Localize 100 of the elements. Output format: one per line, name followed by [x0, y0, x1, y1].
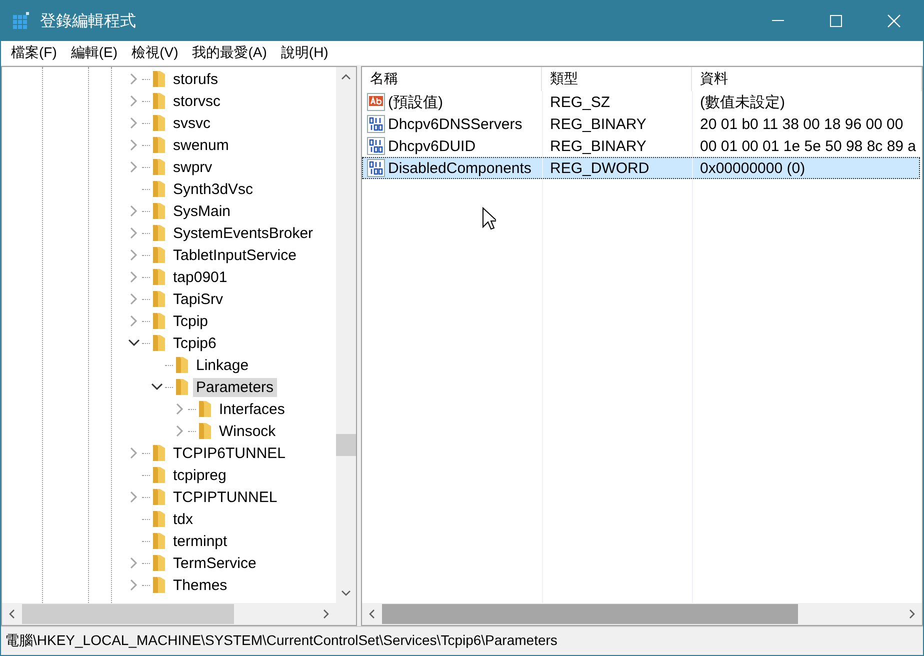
menu-item[interactable]: 檔案(F) — [5, 44, 65, 62]
chevron-right-icon[interactable] — [130, 315, 138, 327]
folder-icon — [151, 180, 167, 198]
scrollbar-thumb[interactable] — [382, 604, 798, 624]
folder-icon — [151, 136, 167, 154]
minimize-icon — [772, 20, 784, 22]
value-row[interactable]: Dhcpv6DNSServers REG_BINARY 20 01 b0 11 38 00 18 96 00 00 — [362, 113, 920, 135]
value-row[interactable]: Dhcpv6DUID REG_BINARY 00 01 00 01 1e 5e 50 98 8c 89 a — [362, 135, 920, 157]
chevron-right-icon[interactable] — [130, 95, 138, 107]
value-name: Dhcpv6DUID — [388, 138, 476, 154]
value-row[interactable]: (預設值) REG_SZ (數值未設定) — [362, 91, 920, 113]
column-header[interactable]: 名稱 — [362, 67, 542, 91]
tree-item[interactable]: SysMain — [170, 202, 234, 220]
tree-item[interactable]: Parameters — [193, 378, 277, 396]
value-type: REG_DWORD — [549, 158, 650, 178]
scroll-right-icon — [909, 609, 915, 619]
tree-item[interactable]: Interfaces — [216, 400, 288, 418]
chevron-right-icon[interactable] — [130, 117, 138, 129]
chevron-right-icon[interactable] — [130, 139, 138, 151]
window-title: 登錄編輯程式 — [40, 12, 137, 32]
value-data: 0x00000000 (0) — [699, 158, 806, 178]
tree-item[interactable]: storufs — [170, 70, 222, 88]
tree-item[interactable]: TabletInputService — [170, 246, 300, 264]
chevron-right-icon[interactable] — [130, 447, 138, 459]
tree-item[interactable]: Synth3dVsc — [170, 180, 256, 198]
menu-item[interactable]: 說明(H) — [274, 44, 336, 62]
tree-item[interactable]: TCPIP6TUNNEL — [170, 444, 289, 462]
tree-item[interactable]: Winsock — [216, 422, 279, 440]
folder-icon — [151, 532, 167, 550]
folder-icon — [174, 356, 190, 374]
tree-item[interactable]: swenum — [170, 136, 232, 154]
tree-item[interactable]: tcpipreg — [170, 466, 230, 484]
value-data: (數值未設定) — [699, 92, 786, 112]
chevron-right-icon[interactable] — [130, 557, 138, 569]
string-value-icon — [367, 93, 385, 111]
chevron-right-icon[interactable] — [176, 425, 184, 437]
tree-item[interactable]: TapiSrv — [170, 290, 226, 308]
tree-item[interactable]: Tcpip — [170, 312, 212, 330]
chevron-right-icon[interactable] — [130, 161, 138, 173]
chevron-right-icon[interactable] — [130, 491, 138, 503]
folder-icon — [151, 92, 167, 110]
chevron-right-icon[interactable] — [176, 403, 184, 415]
menu-item[interactable]: 檢視(V) — [126, 44, 186, 62]
menu-item[interactable]: 編輯(E) — [64, 44, 126, 62]
folder-icon — [151, 158, 167, 176]
chevron-right-icon[interactable] — [130, 249, 138, 261]
value-name: (預設值) — [388, 92, 443, 112]
folder-icon — [151, 114, 167, 132]
value-type: REG_BINARY — [549, 114, 648, 134]
folder-icon — [151, 312, 167, 330]
chevron-right-icon[interactable] — [130, 227, 138, 239]
chevron-right-icon[interactable] — [130, 579, 138, 591]
column-header[interactable]: 類型 — [542, 67, 692, 91]
close-icon — [887, 14, 901, 28]
tree-item[interactable]: TCPIPTUNNEL — [170, 488, 280, 506]
scroll-right-icon — [323, 609, 329, 619]
column-header[interactable]: 資料 — [692, 67, 922, 91]
folder-icon — [151, 224, 167, 242]
binary-value-icon — [367, 159, 385, 177]
scrollbar-thumb[interactable] — [336, 434, 356, 456]
tree-item[interactable]: terminpt — [170, 532, 230, 550]
tree-item[interactable]: Tcpip6 — [170, 334, 220, 352]
chevron-down-icon[interactable] — [128, 339, 140, 347]
binary-value-icon — [367, 115, 385, 133]
tree-item[interactable]: Themes — [170, 576, 230, 594]
value-data: 00 01 00 01 1e 5e 50 98 8c 89 a — [699, 136, 918, 156]
horizontal-scrollbar[interactable] — [362, 603, 922, 625]
tree-item[interactable]: tdx — [170, 510, 196, 528]
maximize-icon — [830, 15, 842, 27]
folder-icon — [197, 400, 213, 418]
chevron-down-icon[interactable] — [151, 383, 163, 391]
value-type: REG_SZ — [549, 92, 612, 112]
chevron-right-icon[interactable] — [130, 205, 138, 217]
registry-app-icon — [12, 12, 30, 30]
folder-icon — [151, 488, 167, 506]
chevron-right-icon[interactable] — [130, 73, 138, 85]
menu-item[interactable]: 我的最愛(A) — [186, 44, 275, 62]
scroll-up-icon — [341, 74, 351, 80]
folder-icon — [151, 576, 167, 594]
horizontal-scrollbar[interactable] — [2, 603, 336, 625]
tree-item[interactable]: tap0901 — [170, 268, 230, 286]
chevron-right-icon[interactable] — [130, 293, 138, 305]
tree-item[interactable]: storvsc — [170, 92, 224, 110]
vertical-scrollbar[interactable] — [336, 67, 356, 603]
scrollbar-thumb[interactable] — [22, 604, 234, 624]
folder-icon — [151, 444, 167, 462]
value-row[interactable]: DisabledComponents REG_DWORD 0x00000000 (0) — [362, 157, 920, 179]
tree-item[interactable]: svsvc — [170, 114, 214, 132]
folder-icon — [151, 554, 167, 572]
folder-icon — [151, 466, 167, 484]
value-name: DisabledComponents — [388, 160, 532, 176]
binary-value-icon — [367, 137, 385, 155]
scroll-down-icon — [341, 590, 351, 596]
chevron-right-icon[interactable] — [130, 271, 138, 283]
tree-item[interactable]: TermService — [170, 554, 260, 572]
folder-icon — [151, 290, 167, 308]
tree-item[interactable]: swprv — [170, 158, 216, 176]
tree-item[interactable]: SystemEventsBroker — [170, 224, 316, 242]
tree-item[interactable]: Linkage — [193, 356, 252, 374]
folder-icon — [197, 422, 213, 440]
